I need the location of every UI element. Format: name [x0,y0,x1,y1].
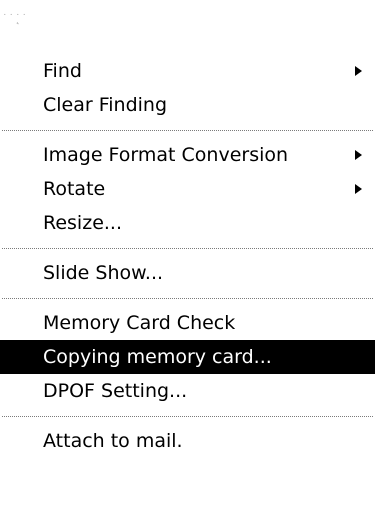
menu-separator [0,408,375,424]
menu-item-label: Clear Finding [43,94,168,116]
menu-item-clear-finding[interactable]: Clear Finding [0,88,375,122]
menu-item-label: DPOF Setting... [43,380,188,402]
menu-item-memory-card-check[interactable]: Memory Card Check [0,306,375,340]
menu-item-label: Rotate [43,178,106,200]
menu-item-dpof-setting[interactable]: DPOF Setting... [0,374,375,408]
menu-item-image-format-conversion[interactable]: Image Format Conversion [0,138,375,172]
menu-item-copying-memory-card[interactable]: Copying memory card... [0,340,375,374]
menu-item-label: Find [43,60,82,82]
menu-item-label: Copying memory card... [43,346,272,368]
menu-separator [0,240,375,256]
menu-item-rotate[interactable]: Rotate [0,172,375,206]
menu-item-label: Slide Show... [43,262,164,284]
header-fragment: ˙˙˙̨̨˙ [2,12,28,25]
menu-separator [0,290,375,306]
menu-item-attach-to-mail[interactable]: Attach to mail. [0,424,375,458]
menu-item-label: Resize... [43,212,122,234]
submenu-arrow-icon [355,184,362,194]
menu-item-label: Attach to mail. [43,430,183,452]
menu-item-label: Memory Card Check [43,312,236,334]
menu-item-find[interactable]: Find [0,54,375,88]
context-menu: Find Clear Finding Image Format Conversi… [0,54,375,458]
submenu-arrow-icon [355,150,362,160]
menu-item-slide-show[interactable]: Slide Show... [0,256,375,290]
submenu-arrow-icon [355,66,362,76]
menu-separator [0,122,375,138]
menu-item-resize[interactable]: Resize... [0,206,375,240]
menu-item-label: Image Format Conversion [43,144,289,166]
